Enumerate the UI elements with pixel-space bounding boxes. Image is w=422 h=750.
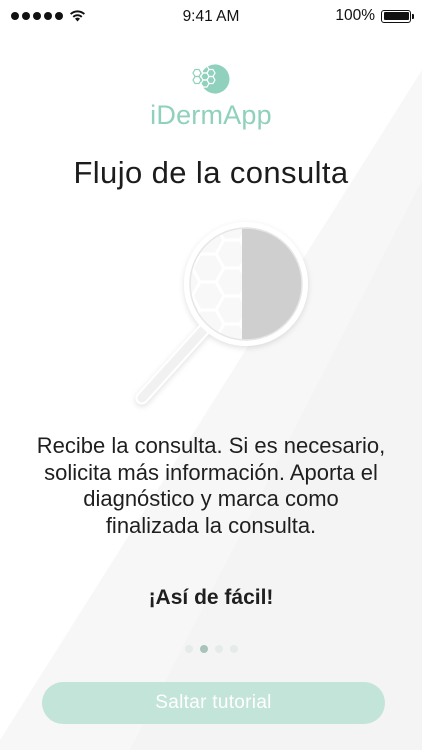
battery-icon — [381, 9, 414, 23]
app-logo: iDermApp — [0, 60, 422, 131]
skip-tutorial-button[interactable]: Saltar tutorial — [42, 682, 385, 724]
status-bar: 9:41 AM 100% — [0, 0, 422, 34]
emphasis-text: ¡Así de fácil! — [148, 586, 274, 609]
logo-text: iDermApp — [150, 100, 272, 130]
page-indicator — [0, 645, 422, 653]
page-dot[interactable] — [184, 645, 193, 653]
page-dot[interactable] — [229, 645, 238, 653]
idermapp-logo-icon — [192, 64, 230, 94]
magnifier-skin-cells-icon — [135, 222, 308, 405]
page-dot-active[interactable] — [199, 645, 208, 653]
page-title: Flujo de la consulta — [73, 155, 349, 190]
page-dot[interactable] — [214, 645, 223, 653]
description-text: Recibe la consulta. Si es necesario, sol… — [36, 433, 386, 538]
status-bar-right: 100% — [335, 7, 414, 25]
battery-percentage: 100% — [335, 7, 375, 24]
